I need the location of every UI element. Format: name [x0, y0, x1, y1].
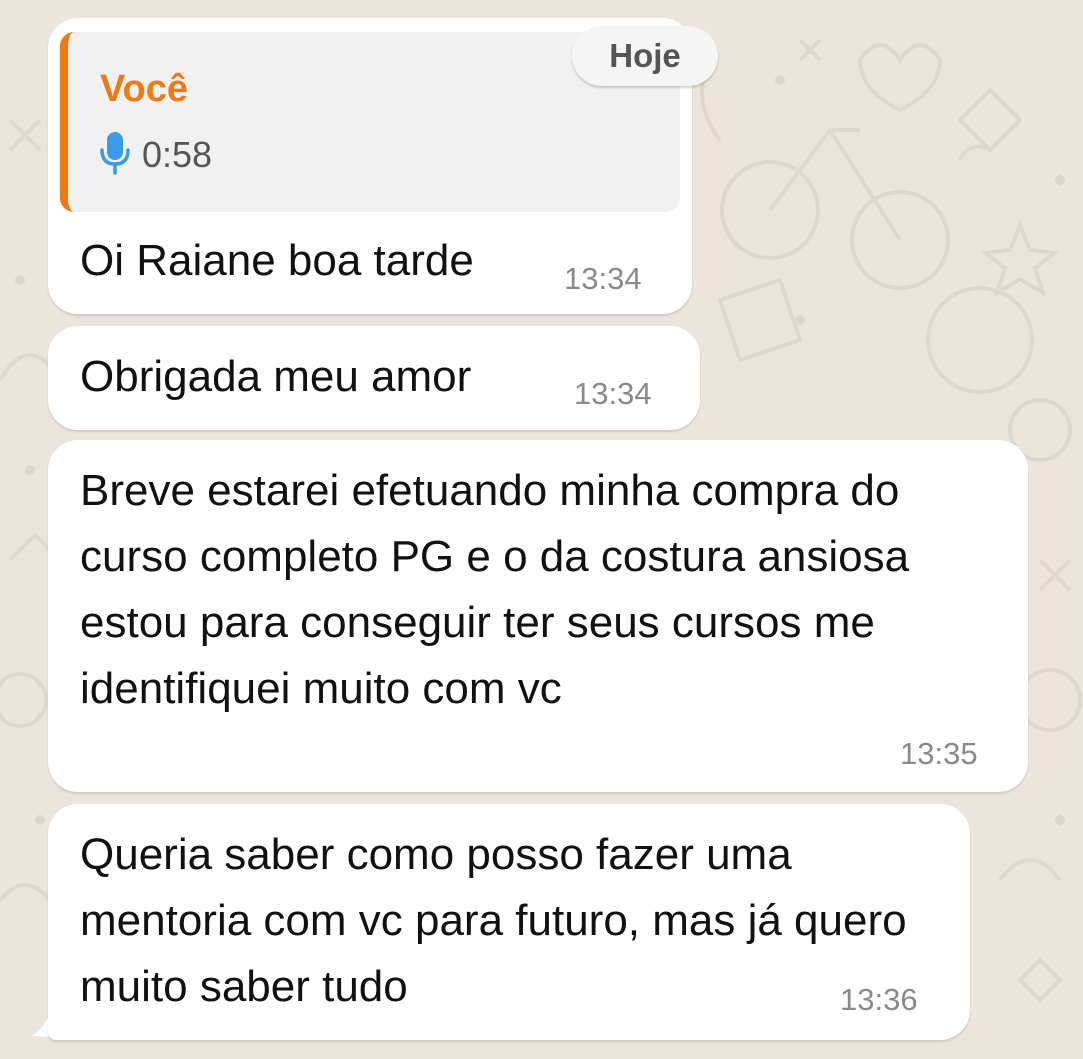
message-time: 13:35: [900, 736, 978, 771]
message-text: Obrigada meu amor: [80, 352, 472, 401]
microphone-icon: [98, 130, 132, 181]
date-badge: Hoje: [572, 26, 718, 86]
message-bubble-4[interactable]: Queria saber como posso fazer uma mentor…: [48, 804, 970, 1040]
message-text: Queria saber como posso fazer uma mentor…: [80, 830, 907, 1011]
message-bubble-2[interactable]: Obrigada meu amor 13:34: [48, 326, 700, 430]
message-text: Oi Raiane boa tarde: [80, 236, 474, 285]
message-time: 13:36: [840, 982, 918, 1017]
message-time: 13:34: [564, 261, 642, 296]
message-time: 13:34: [574, 376, 652, 411]
quoted-author: Você: [100, 68, 189, 110]
message-text: Breve estarei efetuando minha compra do …: [80, 466, 910, 713]
voice-duration: 0:58: [142, 134, 213, 175]
message-bubble-3[interactable]: Breve estarei efetuando minha compra do …: [48, 440, 1028, 792]
